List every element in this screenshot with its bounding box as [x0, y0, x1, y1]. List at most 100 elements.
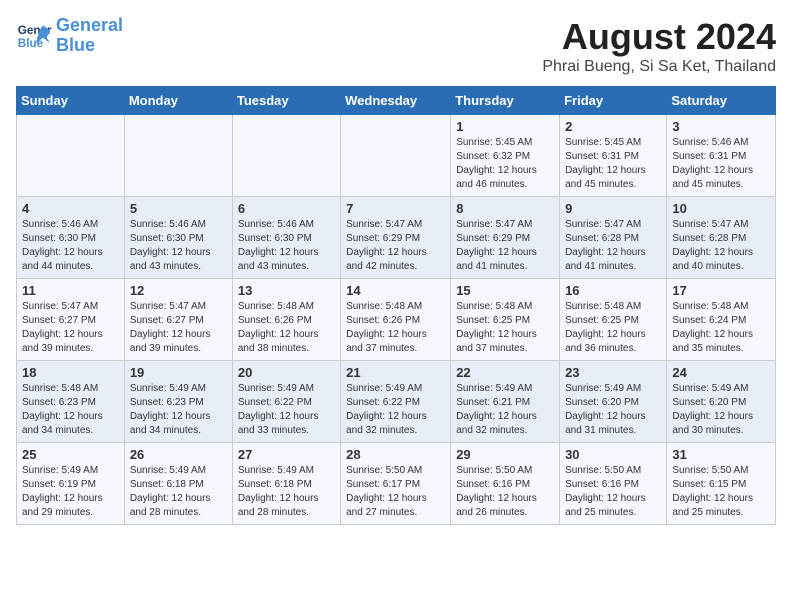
week-row-2: 4 Sunrise: 5:46 AM Sunset: 6:30 PM Daylig… [17, 197, 776, 279]
day-info: Sunrise: 5:50 AM Sunset: 6:15 PM Dayligh… [672, 464, 770, 520]
calendar-cell: 20 Sunrise: 5:49 AM Sunset: 6:22 PM Dayli… [232, 361, 340, 443]
day-number: 27 [238, 447, 335, 462]
logo: General Blue General Blue [16, 16, 123, 56]
day-number: 14 [346, 283, 445, 298]
calendar-cell: 10 Sunrise: 5:47 AM Sunset: 6:28 PM Dayli… [667, 197, 776, 279]
calendar-cell [232, 115, 340, 197]
day-info: Sunrise: 5:47 AM Sunset: 6:27 PM Dayligh… [130, 300, 227, 356]
day-info: Sunrise: 5:47 AM Sunset: 6:29 PM Dayligh… [346, 218, 445, 274]
subtitle: Phrai Bueng, Si Sa Ket, Thailand [542, 58, 776, 76]
calendar-table: SundayMondayTuesdayWednesdayThursdayFrid… [16, 86, 776, 525]
day-info: Sunrise: 5:48 AM Sunset: 6:24 PM Dayligh… [672, 300, 770, 356]
week-row-5: 25 Sunrise: 5:49 AM Sunset: 6:19 PM Dayli… [17, 443, 776, 525]
day-info: Sunrise: 5:49 AM Sunset: 6:23 PM Dayligh… [130, 382, 227, 438]
day-info: Sunrise: 5:49 AM Sunset: 6:22 PM Dayligh… [346, 382, 445, 438]
day-number: 21 [346, 365, 445, 380]
calendar-cell: 22 Sunrise: 5:49 AM Sunset: 6:21 PM Dayli… [451, 361, 560, 443]
calendar-cell: 18Sunrise: 5:48 AM Sunset: 6:23 PM Dayli… [17, 361, 125, 443]
day-number: 6 [238, 201, 335, 216]
day-number: 17 [672, 283, 770, 298]
week-row-3: 11 Sunrise: 5:47 AM Sunset: 6:27 PM Dayli… [17, 279, 776, 361]
day-info: Sunrise: 5:49 AM Sunset: 6:19 PM Dayligh… [22, 464, 119, 520]
day-number: 7 [346, 201, 445, 216]
day-number: 8 [456, 201, 554, 216]
day-info: Sunrise: 5:50 AM Sunset: 6:16 PM Dayligh… [456, 464, 554, 520]
day-number: 30 [565, 447, 661, 462]
day-header-friday: Friday [560, 87, 667, 115]
day-number: 4 [22, 201, 119, 216]
calendar-cell: 13 Sunrise: 5:48 AM Sunset: 6:26 PM Dayli… [232, 279, 340, 361]
calendar-cell: 19 Sunrise: 5:49 AM Sunset: 6:23 PM Dayli… [124, 361, 232, 443]
calendar-cell: 8 Sunrise: 5:47 AM Sunset: 6:29 PM Daylig… [451, 197, 560, 279]
day-info: Sunrise: 5:47 AM Sunset: 6:27 PM Dayligh… [22, 300, 119, 356]
calendar-cell: 23 Sunrise: 5:49 AM Sunset: 6:20 PM Dayli… [560, 361, 667, 443]
day-number: 31 [672, 447, 770, 462]
day-info: Sunrise: 5:47 AM Sunset: 6:28 PM Dayligh… [565, 218, 661, 274]
day-number: 2 [565, 119, 661, 134]
day-header-wednesday: Wednesday [341, 87, 451, 115]
day-number: 3 [672, 119, 770, 134]
calendar-cell: 21 Sunrise: 5:49 AM Sunset: 6:22 PM Dayli… [341, 361, 451, 443]
calendar-cell [341, 115, 451, 197]
day-header-saturday: Saturday [667, 87, 776, 115]
day-number: 10 [672, 201, 770, 216]
calendar-cell: 9 Sunrise: 5:47 AM Sunset: 6:28 PM Daylig… [560, 197, 667, 279]
calendar-cell: 11 Sunrise: 5:47 AM Sunset: 6:27 PM Dayli… [17, 279, 125, 361]
day-number: 5 [130, 201, 227, 216]
day-info: Sunrise: 5:48 AM Sunset: 6:25 PM Dayligh… [456, 300, 554, 356]
calendar-cell: 30 Sunrise: 5:50 AM Sunset: 6:16 PM Dayli… [560, 443, 667, 525]
day-info: Sunrise: 5:50 AM Sunset: 6:16 PM Dayligh… [565, 464, 661, 520]
calendar-cell: 16Sunrise: 5:48 AM Sunset: 6:25 PM Dayli… [560, 279, 667, 361]
day-info: Sunrise: 5:48 AM Sunset: 6:25 PM Dayligh… [565, 300, 661, 356]
day-info: Sunrise: 5:50 AM Sunset: 6:17 PM Dayligh… [346, 464, 445, 520]
day-number: 19 [130, 365, 227, 380]
day-number: 9 [565, 201, 661, 216]
day-info: Sunrise: 5:49 AM Sunset: 6:22 PM Dayligh… [238, 382, 335, 438]
day-info: Sunrise: 5:49 AM Sunset: 6:18 PM Dayligh… [238, 464, 335, 520]
day-info: Sunrise: 5:48 AM Sunset: 6:26 PM Dayligh… [346, 300, 445, 356]
calendar-cell: 6 Sunrise: 5:46 AM Sunset: 6:30 PM Daylig… [232, 197, 340, 279]
logo-icon: General Blue [16, 18, 52, 54]
calendar-cell [124, 115, 232, 197]
calendar-cell: 7 Sunrise: 5:47 AM Sunset: 6:29 PM Daylig… [341, 197, 451, 279]
calendar-cell: 4 Sunrise: 5:46 AM Sunset: 6:30 PM Daylig… [17, 197, 125, 279]
day-info: Sunrise: 5:49 AM Sunset: 6:18 PM Dayligh… [130, 464, 227, 520]
day-info: Sunrise: 5:47 AM Sunset: 6:28 PM Dayligh… [672, 218, 770, 274]
day-info: Sunrise: 5:47 AM Sunset: 6:29 PM Dayligh… [456, 218, 554, 274]
calendar-cell: 24Sunrise: 5:49 AM Sunset: 6:20 PM Dayli… [667, 361, 776, 443]
day-info: Sunrise: 5:48 AM Sunset: 6:23 PM Dayligh… [22, 382, 119, 438]
day-info: Sunrise: 5:48 AM Sunset: 6:26 PM Dayligh… [238, 300, 335, 356]
day-header-tuesday: Tuesday [232, 87, 340, 115]
days-header-row: SundayMondayTuesdayWednesdayThursdayFrid… [17, 87, 776, 115]
day-info: Sunrise: 5:49 AM Sunset: 6:21 PM Dayligh… [456, 382, 554, 438]
calendar-cell: 14 Sunrise: 5:48 AM Sunset: 6:26 PM Dayli… [341, 279, 451, 361]
calendar-cell: 31 Sunrise: 5:50 AM Sunset: 6:15 PM Dayli… [667, 443, 776, 525]
day-number: 13 [238, 283, 335, 298]
day-header-thursday: Thursday [451, 87, 560, 115]
calendar-cell [17, 115, 125, 197]
day-number: 25 [22, 447, 119, 462]
day-number: 26 [130, 447, 227, 462]
day-number: 11 [22, 283, 119, 298]
calendar-cell: 2 Sunrise: 5:45 AM Sunset: 6:31 PM Daylig… [560, 115, 667, 197]
calendar-cell: 15 Sunrise: 5:48 AM Sunset: 6:25 PM Dayli… [451, 279, 560, 361]
day-info: Sunrise: 5:46 AM Sunset: 6:30 PM Dayligh… [22, 218, 119, 274]
title-block: August 2024 Phrai Bueng, Si Sa Ket, Thai… [542, 16, 776, 76]
day-info: Sunrise: 5:49 AM Sunset: 6:20 PM Dayligh… [672, 382, 770, 438]
day-number: 20 [238, 365, 335, 380]
calendar-cell: 27 Sunrise: 5:49 AM Sunset: 6:18 PM Dayli… [232, 443, 340, 525]
week-row-4: 18Sunrise: 5:48 AM Sunset: 6:23 PM Dayli… [17, 361, 776, 443]
day-info: Sunrise: 5:45 AM Sunset: 6:31 PM Dayligh… [565, 136, 661, 192]
day-number: 23 [565, 365, 661, 380]
calendar-cell: 25 Sunrise: 5:49 AM Sunset: 6:19 PM Dayli… [17, 443, 125, 525]
day-info: Sunrise: 5:45 AM Sunset: 6:32 PM Dayligh… [456, 136, 554, 192]
day-number: 15 [456, 283, 554, 298]
calendar-cell: 29Sunrise: 5:50 AM Sunset: 6:16 PM Dayli… [451, 443, 560, 525]
day-number: 12 [130, 283, 227, 298]
day-header-sunday: Sunday [17, 87, 125, 115]
day-info: Sunrise: 5:46 AM Sunset: 6:30 PM Dayligh… [238, 218, 335, 274]
calendar-cell: 26 Sunrise: 5:49 AM Sunset: 6:18 PM Dayli… [124, 443, 232, 525]
day-number: 22 [456, 365, 554, 380]
day-info: Sunrise: 5:46 AM Sunset: 6:30 PM Dayligh… [130, 218, 227, 274]
day-info: Sunrise: 5:49 AM Sunset: 6:20 PM Dayligh… [565, 382, 661, 438]
